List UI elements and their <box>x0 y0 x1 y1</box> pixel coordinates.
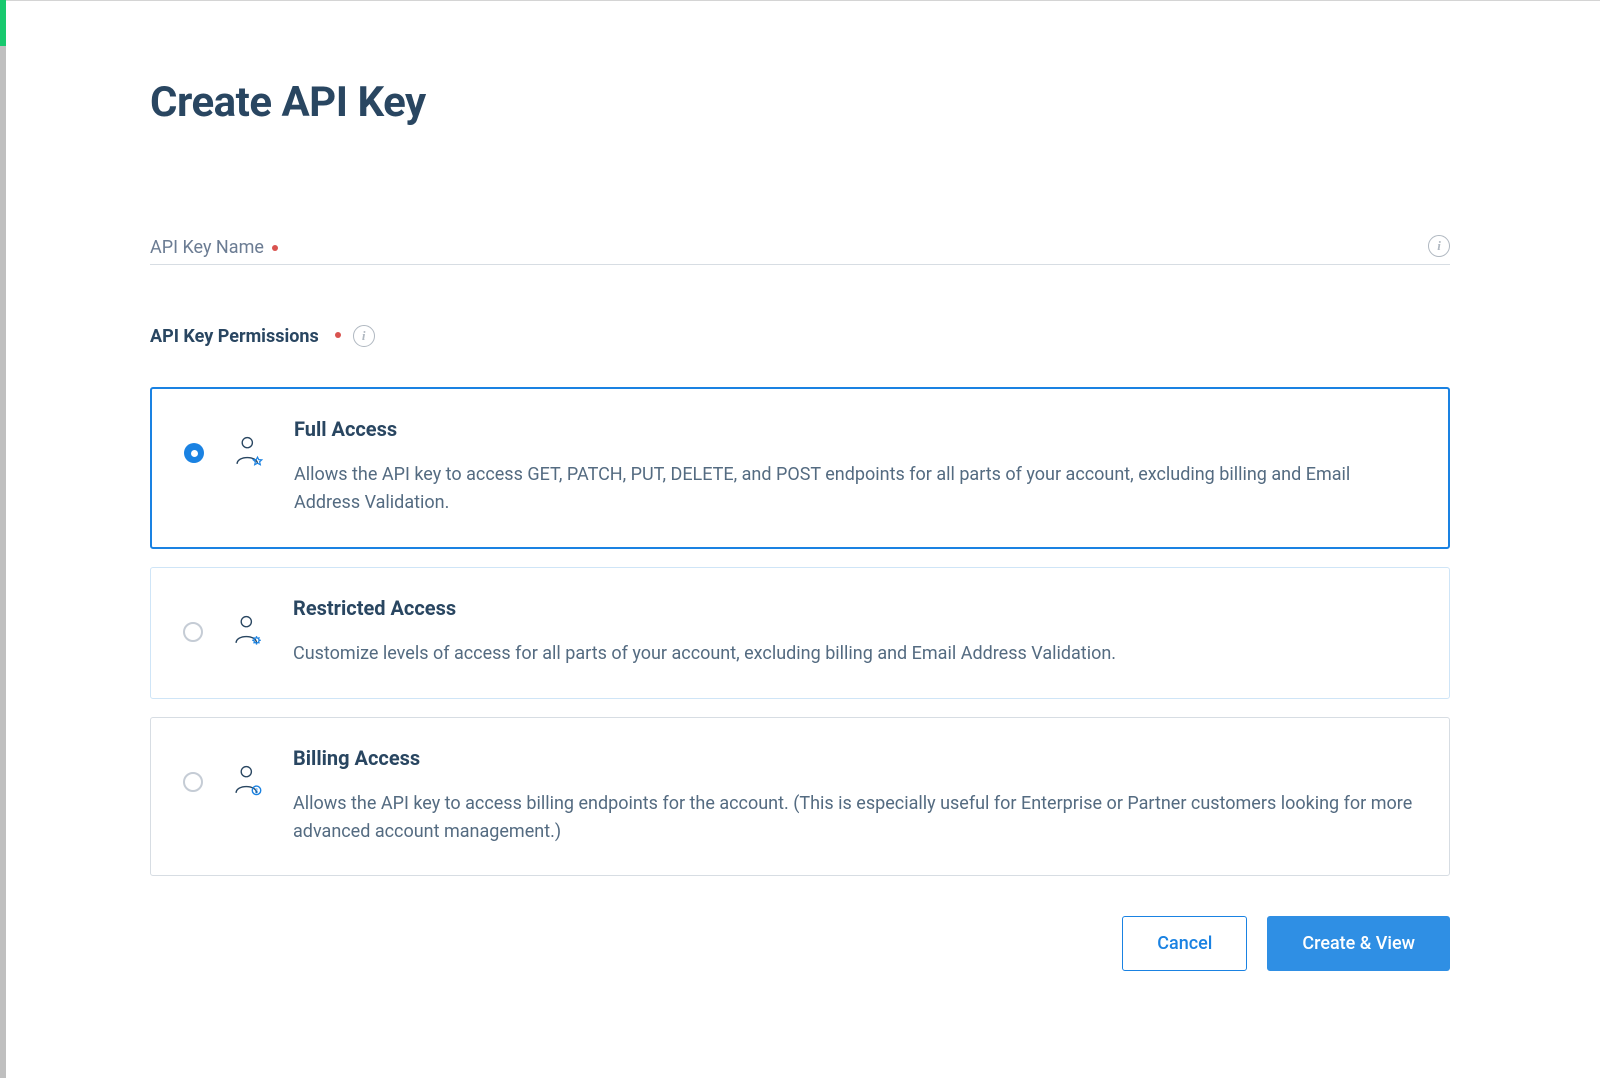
option-title: Full Access <box>294 417 1416 441</box>
radio-full-access[interactable] <box>184 443 204 463</box>
user-gear-icon <box>231 614 265 648</box>
option-description: Allows the API key to access GET, PATCH,… <box>294 461 1416 517</box>
option-title: Restricted Access <box>293 596 1417 620</box>
option-description: Allows the API key to access billing end… <box>293 790 1417 846</box>
radio-billing-access[interactable] <box>183 772 203 792</box>
user-star-icon <box>232 435 266 469</box>
option-description: Customize levels of access for all parts… <box>293 640 1417 668</box>
page-title: Create API Key <box>150 78 1450 127</box>
api-key-name-label: API Key Name <box>150 237 264 258</box>
api-key-name-field[interactable]: API Key Name i <box>150 237 1450 265</box>
permission-option-billing-access[interactable]: $ Billing Access Allows the API key to a… <box>150 717 1450 877</box>
info-icon[interactable]: i <box>353 325 375 347</box>
user-dollar-icon: $ <box>231 764 265 798</box>
permission-option-full-access[interactable]: Full Access Allows the API key to access… <box>150 387 1450 549</box>
required-indicator-icon <box>335 332 341 338</box>
create-view-button[interactable]: Create & View <box>1267 916 1450 971</box>
permissions-label: API Key Permissions <box>150 326 319 347</box>
option-title: Billing Access <box>293 746 1417 770</box>
radio-restricted-access[interactable] <box>183 622 203 642</box>
info-icon[interactable]: i <box>1428 235 1450 257</box>
permission-option-restricted-access[interactable]: Restricted Access Customize levels of ac… <box>150 567 1450 699</box>
cancel-button[interactable]: Cancel <box>1122 916 1247 971</box>
required-indicator-icon <box>272 245 278 251</box>
